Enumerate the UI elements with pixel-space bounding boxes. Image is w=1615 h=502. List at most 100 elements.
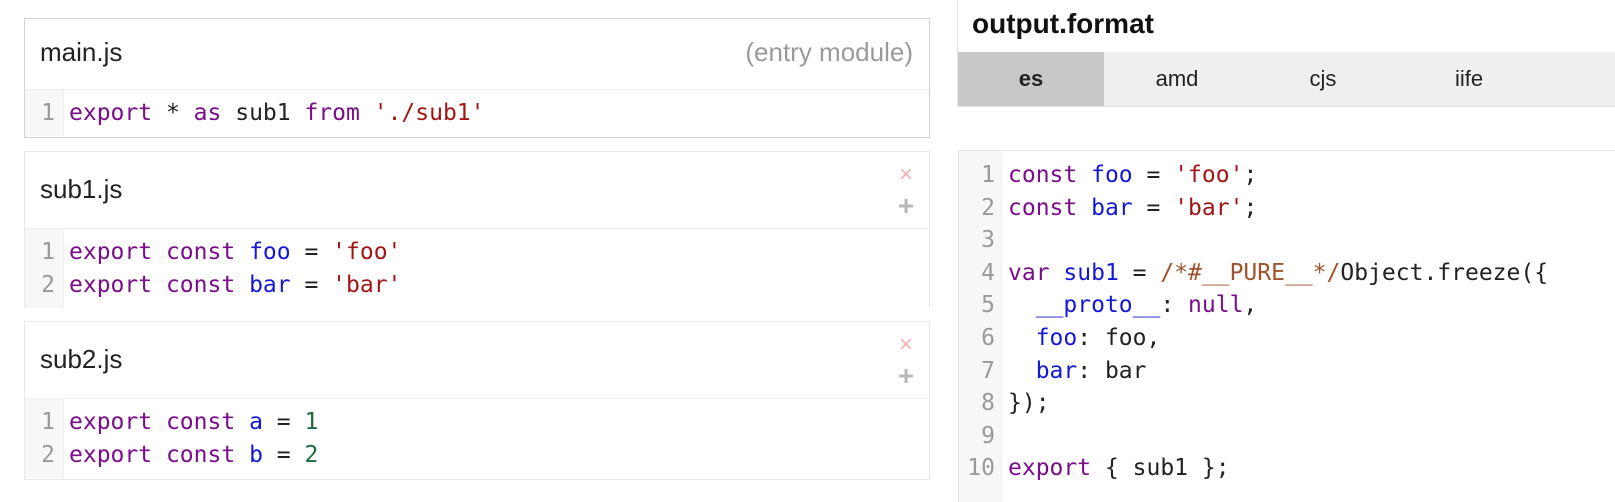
module-filename[interactable]: sub2.js: [40, 344, 122, 375]
tab-format-cjs[interactable]: cjs: [1250, 52, 1396, 106]
line-number: 3: [981, 227, 995, 254]
code-token: =: [290, 272, 333, 298]
code-token: : bar: [1077, 357, 1147, 384]
code-text: var sub1 = /*#__PURE__*/Object.freeze({: [1008, 257, 1548, 289]
code-token: const: [165, 409, 236, 435]
code-token: ;: [1243, 162, 1258, 188]
remove-module-icon[interactable]: ×: [895, 162, 917, 188]
code-token: 'foo': [1174, 162, 1244, 188]
code-token: export: [69, 409, 153, 435]
tab-format-iife[interactable]: iife: [1396, 52, 1542, 106]
code-line: 1 export const a = 1: [25, 406, 929, 439]
code-line: 2 export const bar = 'bar': [25, 269, 929, 302]
code-text: foo: foo,: [1008, 322, 1161, 354]
code-line: 9: [959, 420, 1609, 452]
code-text: export const b = 2: [69, 439, 318, 472]
code-token: const: [165, 239, 236, 265]
code-line: 10 export { sub1 };: [959, 452, 1609, 484]
code-token: =: [262, 409, 305, 435]
code-token: ,: [1243, 292, 1258, 319]
module-header: sub1.js × +: [25, 152, 929, 229]
code-token: bar: [1035, 357, 1078, 384]
tab-format-amd[interactable]: amd: [1104, 52, 1250, 106]
line-number: 7: [981, 357, 995, 384]
tab-format-es[interactable]: es: [958, 52, 1104, 106]
code-token: Object.freeze({: [1340, 259, 1549, 286]
code-token: :: [1160, 292, 1189, 319]
code-token: const: [165, 442, 236, 468]
code-editor[interactable]: 1 export const foo = 'foo' 2 export const b…: [25, 229, 929, 308]
line-number: 2: [41, 272, 55, 298]
code-token: export: [69, 272, 153, 298]
code-line: 1 export const foo = 'foo': [25, 236, 929, 269]
code-line: 4 var sub1 = /*#__PURE__*/Object.freeze({: [959, 257, 1609, 289]
code-line: 5 __proto__: null,: [959, 289, 1609, 321]
code-editor[interactable]: 1 export * as sub1 from './sub1': [25, 90, 929, 136]
code-line: 2 export const b = 2: [25, 439, 929, 472]
line-number: 8: [981, 390, 995, 417]
code-token: const: [1008, 194, 1078, 221]
code-line: 8});: [959, 387, 1609, 419]
code-text: export const a = 1: [69, 406, 318, 439]
code-token: { sub1 };: [1091, 455, 1230, 482]
line-number: 4: [981, 259, 995, 286]
code-token: bar: [1091, 194, 1133, 221]
code-token: export: [1008, 455, 1092, 482]
add-module-icon[interactable]: +: [895, 192, 917, 220]
code-text: export * as sub1 from './sub1': [69, 97, 485, 130]
code-token: foo: [249, 239, 291, 265]
code-text: });: [1008, 387, 1050, 419]
code-line: 3: [959, 224, 1609, 256]
code-token: const: [1008, 162, 1078, 188]
line-number: 1: [41, 409, 55, 435]
module-header: sub2.js × +: [25, 322, 929, 399]
code-token: /*#__PURE__*/: [1160, 259, 1341, 286]
line-number: 6: [981, 325, 995, 351]
code-text: const foo = 'foo';: [1008, 159, 1257, 191]
module-sub2: sub2.js × + 1 export const a = 1 2 export c…: [24, 321, 930, 480]
line-number: 2: [981, 194, 995, 221]
code-token: : foo,: [1077, 325, 1161, 351]
code-text: export const bar = 'bar': [69, 269, 401, 302]
module-filename[interactable]: sub1.js: [40, 174, 122, 205]
code-text: export const foo = 'foo': [69, 236, 401, 269]
module-filename[interactable]: main.js: [40, 37, 122, 68]
code-line: 1 export * as sub1 from './sub1': [25, 97, 929, 130]
code-line: 6 foo: foo,: [959, 322, 1609, 354]
line-number: 1: [981, 162, 995, 188]
code-token: var: [1008, 259, 1050, 286]
code-text: bar: bar: [1008, 355, 1147, 387]
code-editor[interactable]: 1 export const a = 1 2 export const b = 2: [25, 399, 929, 478]
code-text: const bar = 'bar';: [1008, 192, 1257, 224]
code-line: 1 const foo = 'foo';: [959, 159, 1609, 191]
code-text: __proto__: null,: [1008, 289, 1258, 321]
code-token: b: [249, 442, 263, 468]
code-text: export { sub1 };: [1008, 452, 1230, 484]
code-token: bar: [249, 272, 291, 298]
add-module-icon[interactable]: +: [895, 362, 917, 390]
code-token: sub1: [1063, 259, 1119, 286]
remove-module-icon[interactable]: ×: [895, 332, 917, 358]
code-token: 2: [304, 442, 319, 468]
code-token: 'foo': [332, 239, 402, 265]
code-line: 2 const bar = 'bar';: [959, 192, 1609, 224]
code-token: ;: [1243, 194, 1258, 221]
output-code[interactable]: 1 const foo = 'foo'; 2 const bar = 'bar'; 3 4…: [958, 150, 1615, 502]
code-token: export: [69, 100, 153, 126]
line-number: 2: [41, 442, 55, 468]
module-main: main.js (entry module) 1 export * as sub1…: [24, 18, 930, 138]
code-token: sub1: [221, 100, 305, 126]
line-number: 1: [41, 100, 55, 126]
code-token: from: [304, 100, 360, 126]
